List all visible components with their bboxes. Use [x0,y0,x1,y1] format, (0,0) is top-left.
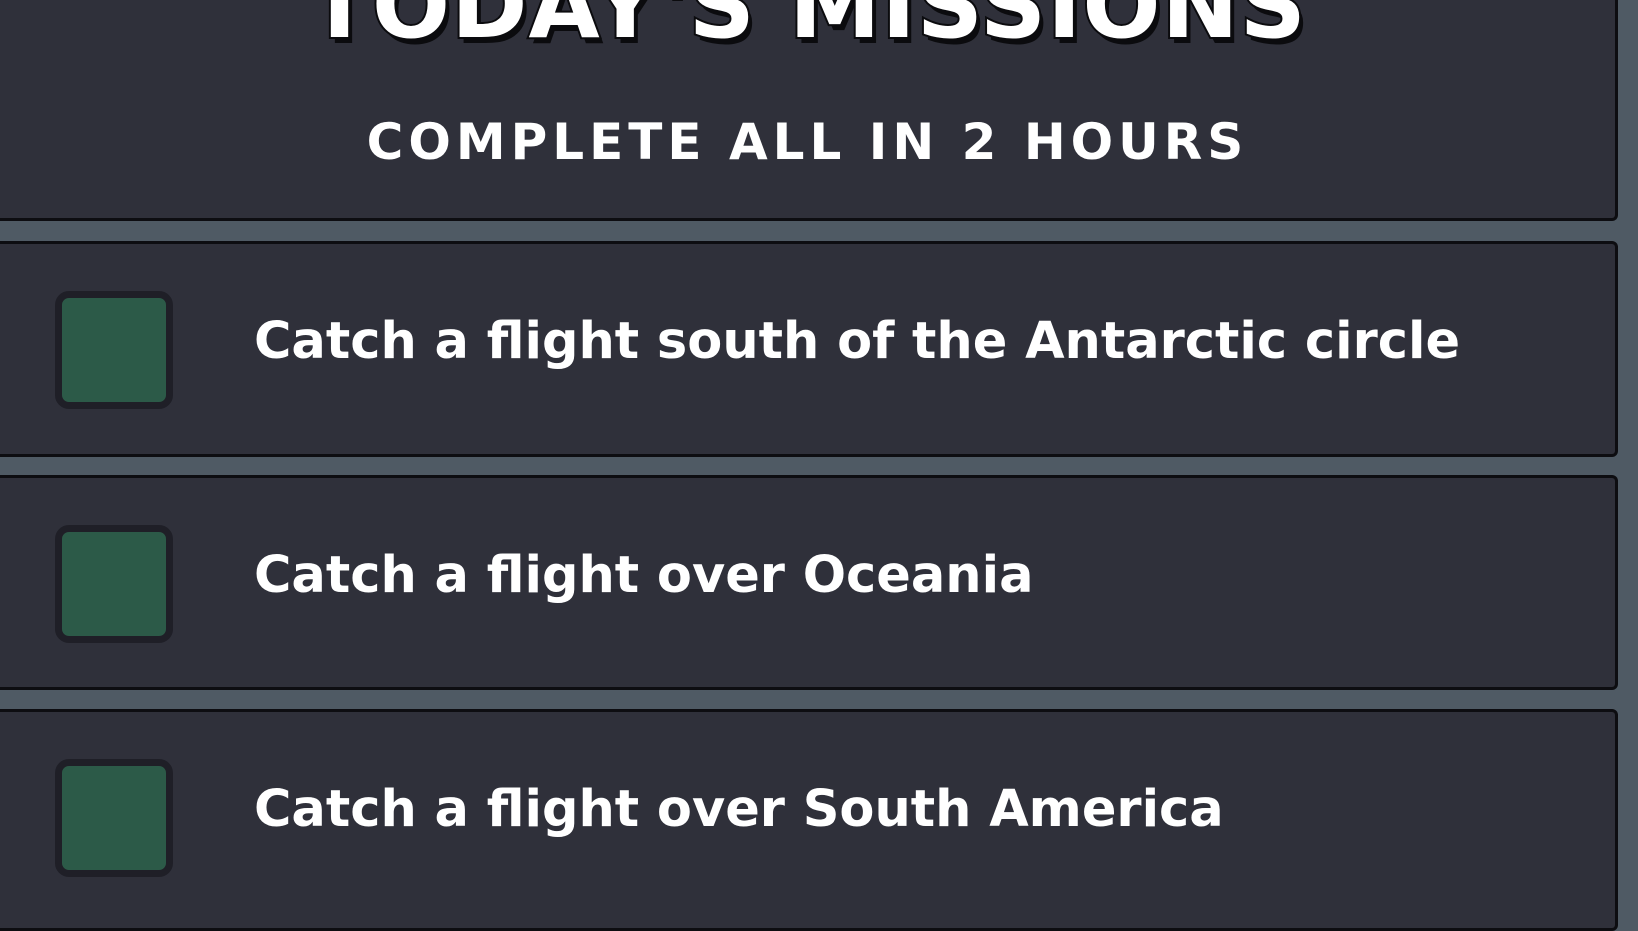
missions-title: TODAY'S MISSIONS [306,0,1308,59]
mission-label: Catch a flight south of the Antarctic ci… [254,312,1461,371]
mission-label: Catch a flight over Oceania [254,546,1034,605]
mission-row[interactable]: Catch a flight over South America [0,709,1618,931]
mission-row[interactable]: Catch a flight south of the Antarctic ci… [0,241,1618,457]
mission-checkbox[interactable] [55,291,173,409]
mission-checkbox[interactable] [55,525,173,643]
mission-checkbox[interactable] [55,759,173,877]
mission-row[interactable]: Catch a flight over Oceania [0,475,1618,690]
mission-label: Catch a flight over South America [254,780,1224,839]
missions-subtitle: COMPLETE ALL IN 2 HOURS [366,113,1249,171]
missions-header: TODAY'S MISSIONS COMPLETE ALL IN 2 HOURS [0,0,1618,221]
